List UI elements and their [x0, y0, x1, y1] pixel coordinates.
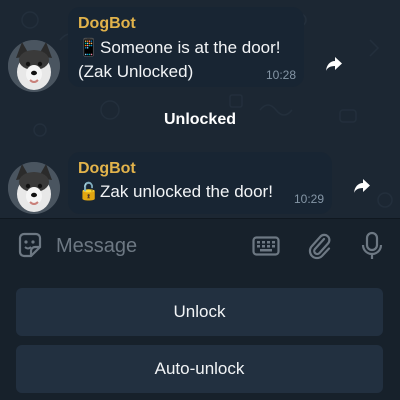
chat-history[interactable]: DogBot 📱Someone is at the door! (Zak Unl…: [0, 0, 400, 218]
keyboard-toggle-button[interactable]: [252, 236, 280, 261]
service-message-text: Unlocked: [163, 111, 236, 128]
forward-button[interactable]: [318, 48, 350, 80]
emoji-sticker-icon: [18, 232, 42, 258]
auto-unlock-button[interactable]: Auto-unlock: [16, 345, 383, 393]
message-input-bar: Message: [0, 218, 400, 272]
sender-name[interactable]: DogBot: [78, 160, 136, 178]
message-text-line-2: (Zak Unlocked): [78, 62, 194, 81]
message-text: Someone is at the door!: [100, 38, 281, 57]
dog-avatar-icon: [8, 162, 60, 214]
forward-button[interactable]: [346, 170, 378, 202]
dog-avatar-icon: [8, 40, 60, 92]
message-text-line: 🔓Zak unlocked the door!: [78, 182, 273, 202]
forward-icon: [354, 179, 370, 193]
sender-name[interactable]: DogBot: [78, 15, 136, 33]
unlocked-lock-emoji-icon: 🔓: [78, 182, 100, 201]
phone-emoji-icon: 📱: [78, 38, 100, 57]
emoji-button[interactable]: [16, 232, 44, 265]
message-text: Zak unlocked the door!: [100, 182, 273, 201]
sender-avatar[interactable]: [8, 40, 60, 92]
forward-icon: [326, 57, 342, 71]
attach-button[interactable]: [306, 232, 334, 265]
service-message: Unlocked: [0, 108, 400, 132]
voice-record-button[interactable]: [360, 231, 384, 266]
microphone-icon: [361, 231, 383, 259]
unlock-button[interactable]: Unlock: [16, 288, 383, 336]
keyboard-icon: [252, 236, 280, 256]
message-bubble[interactable]: DogBot 📱Someone is at the door! (Zak Unl…: [68, 7, 304, 87]
message-text-line: 📱Someone is at the door!: [78, 38, 281, 58]
message-time: 10:28: [265, 68, 296, 82]
bot-keyboard: Unlock Auto-unlock: [0, 272, 400, 400]
message-bubble[interactable]: DogBot 🔓Zak unlocked the door! 10:29: [68, 152, 332, 214]
message-time: 10:29: [293, 192, 324, 206]
paperclip-icon: [308, 233, 331, 260]
message-input[interactable]: Message: [56, 235, 137, 258]
sender-avatar[interactable]: [8, 162, 60, 214]
